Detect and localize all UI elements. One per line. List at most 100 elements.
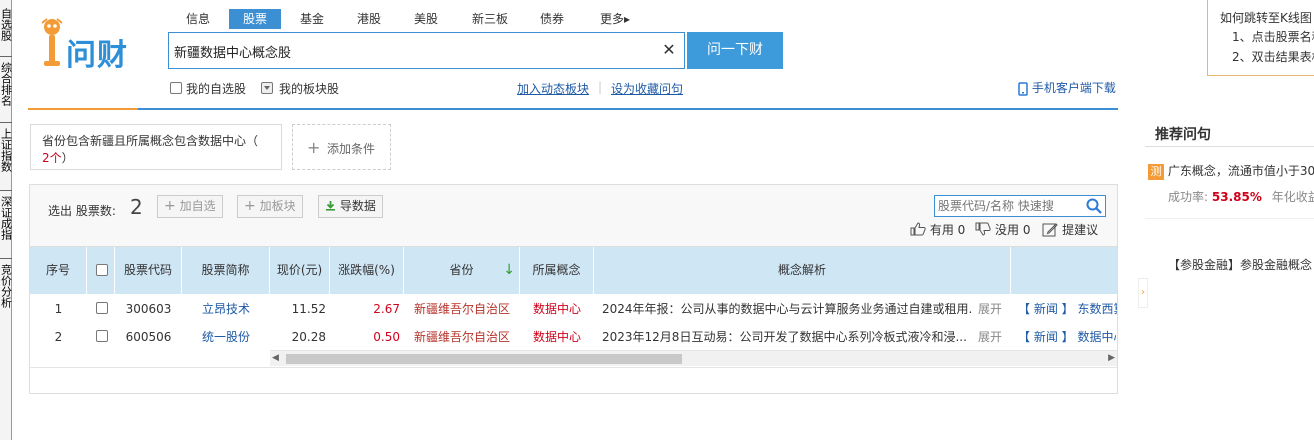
tab-us-stocks[interactable]: 美股	[406, 9, 446, 29]
add-dynamic-sector-link[interactable]: 加入动态板块	[517, 80, 589, 97]
recommended-item[interactable]: 测 广东概念，流通市值小于30	[1148, 162, 1314, 180]
add-sector-button[interactable]: + 加板块	[237, 195, 303, 218]
recommended-divider	[1145, 146, 1314, 147]
strip-item-watchlist[interactable]: 自选股	[0, 8, 13, 43]
tab-bonds[interactable]: 债券	[532, 9, 572, 29]
tab-hk-stocks[interactable]: 港股	[349, 9, 389, 29]
col-price[interactable]: 现价(元)	[270, 247, 330, 294]
news-cell[interactable]: 【 新闻 】 数据中心	[1018, 323, 1117, 351]
recommended-item-stats: 成功率: 53.85% 年化收益	[1168, 188, 1314, 205]
col-name[interactable]: 股票简称	[182, 247, 270, 294]
help-step-2: 2、双击结果表格	[1232, 50, 1314, 64]
expand-link[interactable]: 展开	[978, 323, 1008, 351]
sidebar-toggle-chevron-icon[interactable]: ›	[1138, 278, 1148, 308]
news-link[interactable]: 【 新闻 】	[1018, 302, 1074, 316]
annual-yield-label: 年化收益	[1271, 190, 1314, 204]
thumbs-down-icon	[975, 222, 991, 236]
help-step-1: 1、点击股票名称	[1232, 30, 1314, 44]
recommended-divider-2	[1145, 218, 1314, 219]
stock-name-link[interactable]: 统一股份	[182, 323, 270, 351]
add-condition-button[interactable]: + 添加条件	[292, 124, 391, 170]
useless-label: 没用	[994, 223, 1019, 237]
plus-icon: +	[164, 198, 176, 214]
header-divider-accent	[28, 108, 138, 110]
col-select-all	[87, 247, 115, 294]
thumbs-up-button[interactable]: 有用 0	[910, 222, 969, 237]
col-province[interactable]: 省份 ↓	[404, 247, 520, 294]
feedback-bar: 有用 0 没用 0 提建议	[910, 221, 1098, 238]
my-watchlist-label: 我的自选股	[186, 82, 247, 96]
strip-item-shenzhen[interactable]: 深证成指	[0, 196, 13, 242]
options-divider: |	[598, 80, 603, 94]
tab-info[interactable]: 信息	[178, 9, 218, 29]
success-rate-value: 53.85%	[1211, 190, 1262, 204]
useful-label: 有用	[929, 223, 954, 237]
condition-chip[interactable]: 省份包含新疆且所属概念包含数据中心（ 2个）	[30, 124, 282, 170]
table-horizontal-scrollbar[interactable]: ◀ ▶	[270, 350, 1117, 366]
stock-concept: 数据中心	[532, 330, 581, 344]
condition-close-paren: ）	[61, 151, 74, 165]
search-icon[interactable]	[1085, 197, 1103, 215]
stock-code: 600506	[125, 330, 172, 344]
sort-down-arrow-icon[interactable]: ↓	[503, 247, 515, 294]
mobile-download-label: 手机客户端下载	[1031, 81, 1116, 95]
download-icon	[326, 201, 335, 211]
table-row[interactable]: 1 300603 立昂技术 11.52 2.67 新疆维吾尔自治区 数据中心 2…	[30, 295, 1117, 323]
success-rate-label: 成功率:	[1168, 190, 1209, 204]
phone-icon	[1018, 81, 1028, 96]
recommended-item-2[interactable]: 【参股金融】参股金融概念	[1168, 256, 1312, 273]
plus-icon: +	[307, 138, 321, 157]
concept-analysis-text: 2024年年报：公司从事的数据中心与云计算服务业务通过自建或租用...	[602, 302, 972, 316]
news-link[interactable]: 【 新闻 】	[1018, 330, 1074, 344]
col-code[interactable]: 股票代码	[115, 247, 182, 294]
row-checkbox[interactable]	[96, 330, 108, 342]
useless-count: 0	[1022, 223, 1031, 237]
news-cell[interactable]: 【 新闻 】 东数西算	[1018, 295, 1117, 323]
tab-more[interactable]: 更多▸	[590, 9, 640, 29]
suggest-button[interactable]: 提建议	[1042, 223, 1098, 237]
tab-funds[interactable]: 基金	[292, 9, 332, 29]
clear-icon[interactable]: ✕	[661, 42, 677, 58]
select-all-checkbox[interactable]	[96, 264, 108, 276]
add-watchlist-button[interactable]: + 加自选	[157, 195, 223, 218]
expand-link[interactable]: 展开	[978, 295, 1008, 323]
tab-neeq[interactable]: 新三板	[465, 9, 515, 29]
mobile-download-link[interactable]: 手机客户端下载	[1018, 79, 1116, 96]
news-more-link[interactable]: 数据中心	[1077, 330, 1117, 344]
scroll-right-arrow-icon[interactable]: ▶	[1108, 353, 1115, 363]
col-concept[interactable]: 所属概念	[520, 247, 594, 294]
quick-search-input[interactable]	[938, 198, 1078, 214]
add-watchlist-label: 加自选	[179, 199, 216, 213]
row-index: 2	[54, 330, 63, 344]
thumbs-down-button[interactable]: 没用 0	[975, 222, 1034, 237]
search-input[interactable]	[174, 42, 654, 60]
stock-price: 20.28	[291, 330, 326, 344]
my-watchlist-checkbox[interactable]	[170, 82, 182, 94]
stock-province: 新疆维吾尔自治区	[413, 330, 510, 344]
stock-name-link[interactable]: 立昂技术	[182, 295, 270, 323]
col-concept-analysis[interactable]: 概念解析	[594, 247, 1011, 294]
col-province-label: 省份	[449, 263, 474, 277]
tab-stocks[interactable]: 股票	[229, 9, 281, 29]
row-checkbox[interactable]	[96, 302, 108, 314]
save-question-link[interactable]: 设为收藏问句	[611, 80, 683, 97]
result-toolbar: 选出 股票数: 2 + 加自选 + 加板块 导数据 有用 0 没用	[30, 185, 1117, 247]
stock-change: 0.50	[373, 330, 400, 344]
ask-button[interactable]: 问一下财	[687, 32, 783, 69]
strip-item-shanghai[interactable]: 上证指数	[0, 128, 13, 174]
news-more-link[interactable]: 东数西算	[1077, 302, 1117, 316]
stock-count: 2	[130, 195, 143, 219]
stock-concept: 数据中心	[532, 302, 581, 316]
scroll-left-arrow-icon[interactable]: ◀	[272, 353, 279, 363]
table-row[interactable]: 2 600506 统一股份 20.28 0.50 新疆维吾尔自治区 数据中心 2…	[30, 323, 1117, 351]
useful-count: 0	[957, 223, 966, 237]
col-change[interactable]: 涨跌幅(%)	[330, 247, 404, 294]
scrollbar-thumb[interactable]	[286, 354, 682, 364]
strip-item-ranking[interactable]: 综合排名	[0, 62, 13, 108]
export-data-button[interactable]: 导数据	[318, 195, 383, 218]
my-sector-dropdown[interactable]	[261, 82, 273, 94]
wencai-logo[interactable]: 问财	[38, 15, 148, 75]
export-data-label: 导数据	[339, 199, 376, 213]
strip-item-auction[interactable]: 竞价分析	[0, 264, 13, 310]
left-quick-strip: 自选股 综合排名 上证指数 深证成指 竞价分析	[0, 0, 13, 440]
